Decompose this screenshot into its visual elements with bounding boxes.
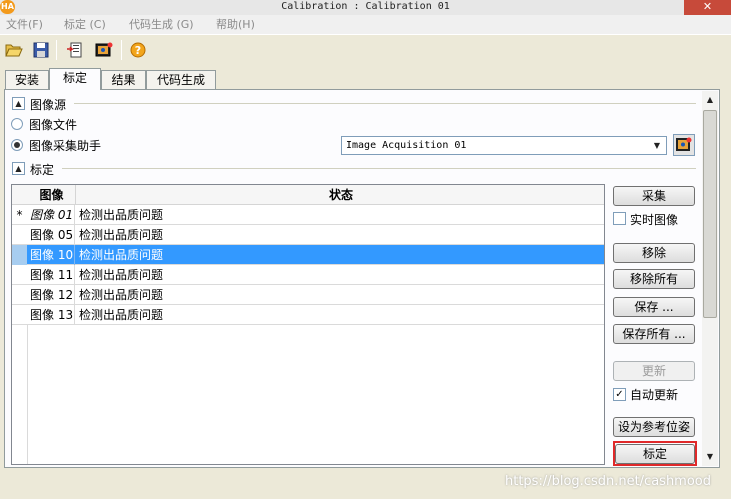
scrollbar-thumb[interactable] [703, 110, 717, 318]
open-folder-icon[interactable] [4, 40, 24, 60]
row-marker [12, 285, 27, 305]
calibration-image-table: 图像 状态 * 图像 01 检测出品质问题 图像 05 检测出品质问题 图像 1… [11, 184, 605, 465]
calibrate-highlight-box [613, 441, 697, 466]
row-image: 图像 01 [28, 205, 75, 225]
help-icon[interactable]: ? [128, 40, 148, 60]
row-status: 检测出品质问题 [79, 228, 164, 242]
image-acquisition-icon[interactable] [94, 40, 114, 60]
toolbar-separator [121, 40, 122, 60]
table-row[interactable]: 图像 05 检测出品质问题 [12, 225, 604, 245]
save-button[interactable]: 保存 ... [613, 297, 695, 317]
live-image-label: 实时图像 [630, 213, 679, 227]
app-logo: HA [0, 0, 15, 14]
svg-text:?: ? [135, 44, 141, 57]
row-status: 检测出品质问题 [79, 288, 164, 302]
remove-button[interactable]: 移除 [613, 243, 695, 263]
row-marker: * [16, 208, 23, 222]
image-acquisition-icon [676, 137, 692, 151]
tab-setup[interactable]: 安装 [5, 70, 49, 89]
tab-code-generation[interactable]: 代码生成 [146, 70, 216, 89]
update-button[interactable]: 更新 [613, 361, 695, 381]
table-row[interactable]: 图像 12 检测出品质问题 [12, 285, 604, 305]
section-divider [74, 103, 696, 104]
scroll-down-arrow[interactable]: ▼ [702, 449, 718, 465]
section-divider [62, 168, 696, 169]
row-status: 检测出品质问题 [79, 268, 164, 282]
row-marker [12, 225, 27, 245]
set-reference-pose-button[interactable]: 设为参考位姿 [613, 417, 695, 437]
menu-bar [0, 15, 731, 34]
chevron-down-icon: ▼ [653, 141, 661, 150]
calibration-section-label: 标定 [30, 163, 55, 177]
tab-calibration[interactable]: 标定 [49, 68, 101, 90]
close-button[interactable]: ✕ [684, 0, 731, 15]
row-image: 图像 11 [28, 265, 75, 285]
row-image: 图像 10 [28, 245, 75, 265]
table-header-marker [12, 185, 28, 205]
scroll-up-arrow[interactable]: ▲ [702, 92, 718, 108]
radio-selected-dot [14, 142, 20, 148]
menu-file[interactable]: 文件(F) [6, 15, 43, 34]
open-acquisition-assistant-button[interactable] [673, 134, 695, 156]
table-row[interactable]: * 图像 01 检测出品质问题 [12, 205, 604, 225]
watermark-text: https://blog.csdn.net/cashmood [505, 474, 712, 489]
menu-code-generation[interactable]: 代码生成 (G) [129, 15, 194, 34]
row-status: 检测出品质问题 [79, 248, 164, 262]
table-row[interactable]: 图像 10 检测出品质问题 [12, 245, 604, 265]
row-marker [12, 265, 27, 285]
acquisition-assistant-select[interactable]: Image Acquisition 01 ▼ [341, 136, 667, 155]
table-row[interactable]: 图像 13 检测出品质问题 [12, 305, 604, 325]
collapse-image-source-button[interactable]: ▲ [12, 97, 25, 110]
save-icon[interactable] [31, 40, 51, 60]
tab-results[interactable]: 结果 [101, 70, 146, 89]
row-image: 图像 13 [28, 305, 75, 325]
row-marker [12, 245, 27, 265]
acquire-button[interactable]: 采集 [613, 186, 695, 206]
collapse-calibration-button[interactable]: ▲ [12, 162, 25, 175]
image-source-section-label: 图像源 [30, 98, 67, 112]
menu-calibration[interactable]: 标定 (C) [64, 15, 106, 34]
column-divider [27, 325, 28, 464]
window-title: Calibration : Calibration 01 [281, 1, 450, 12]
remove-all-button[interactable]: 移除所有 [613, 269, 695, 289]
row-status: 检测出品质问题 [79, 208, 164, 222]
auto-update-checkbox[interactable]: ✓ [613, 388, 626, 401]
save-all-button[interactable]: 保存所有 ... [613, 324, 695, 344]
selected-acquisition-value: Image Acquisition 01 [346, 140, 467, 151]
table-header-image[interactable]: 图像 [28, 185, 76, 205]
table-header-status[interactable]: 状态 [76, 185, 604, 205]
menu-help[interactable]: 帮助(H) [216, 15, 255, 34]
row-image: 图像 12 [28, 285, 75, 305]
table-row[interactable]: 图像 11 检测出品质问题 [12, 265, 604, 285]
image-file-radio[interactable] [11, 118, 23, 130]
export-icon[interactable] [64, 40, 84, 60]
toolbar-separator [56, 40, 57, 60]
acquisition-assistant-label: 图像采集助手 [29, 139, 102, 153]
acquisition-assistant-radio[interactable] [11, 139, 23, 151]
image-file-label: 图像文件 [29, 118, 78, 132]
row-status: 检测出品质问题 [79, 308, 164, 322]
live-image-checkbox[interactable] [613, 212, 626, 225]
row-marker [12, 305, 27, 325]
auto-update-label: 自动更新 [630, 388, 679, 402]
row-image: 图像 05 [28, 225, 75, 245]
